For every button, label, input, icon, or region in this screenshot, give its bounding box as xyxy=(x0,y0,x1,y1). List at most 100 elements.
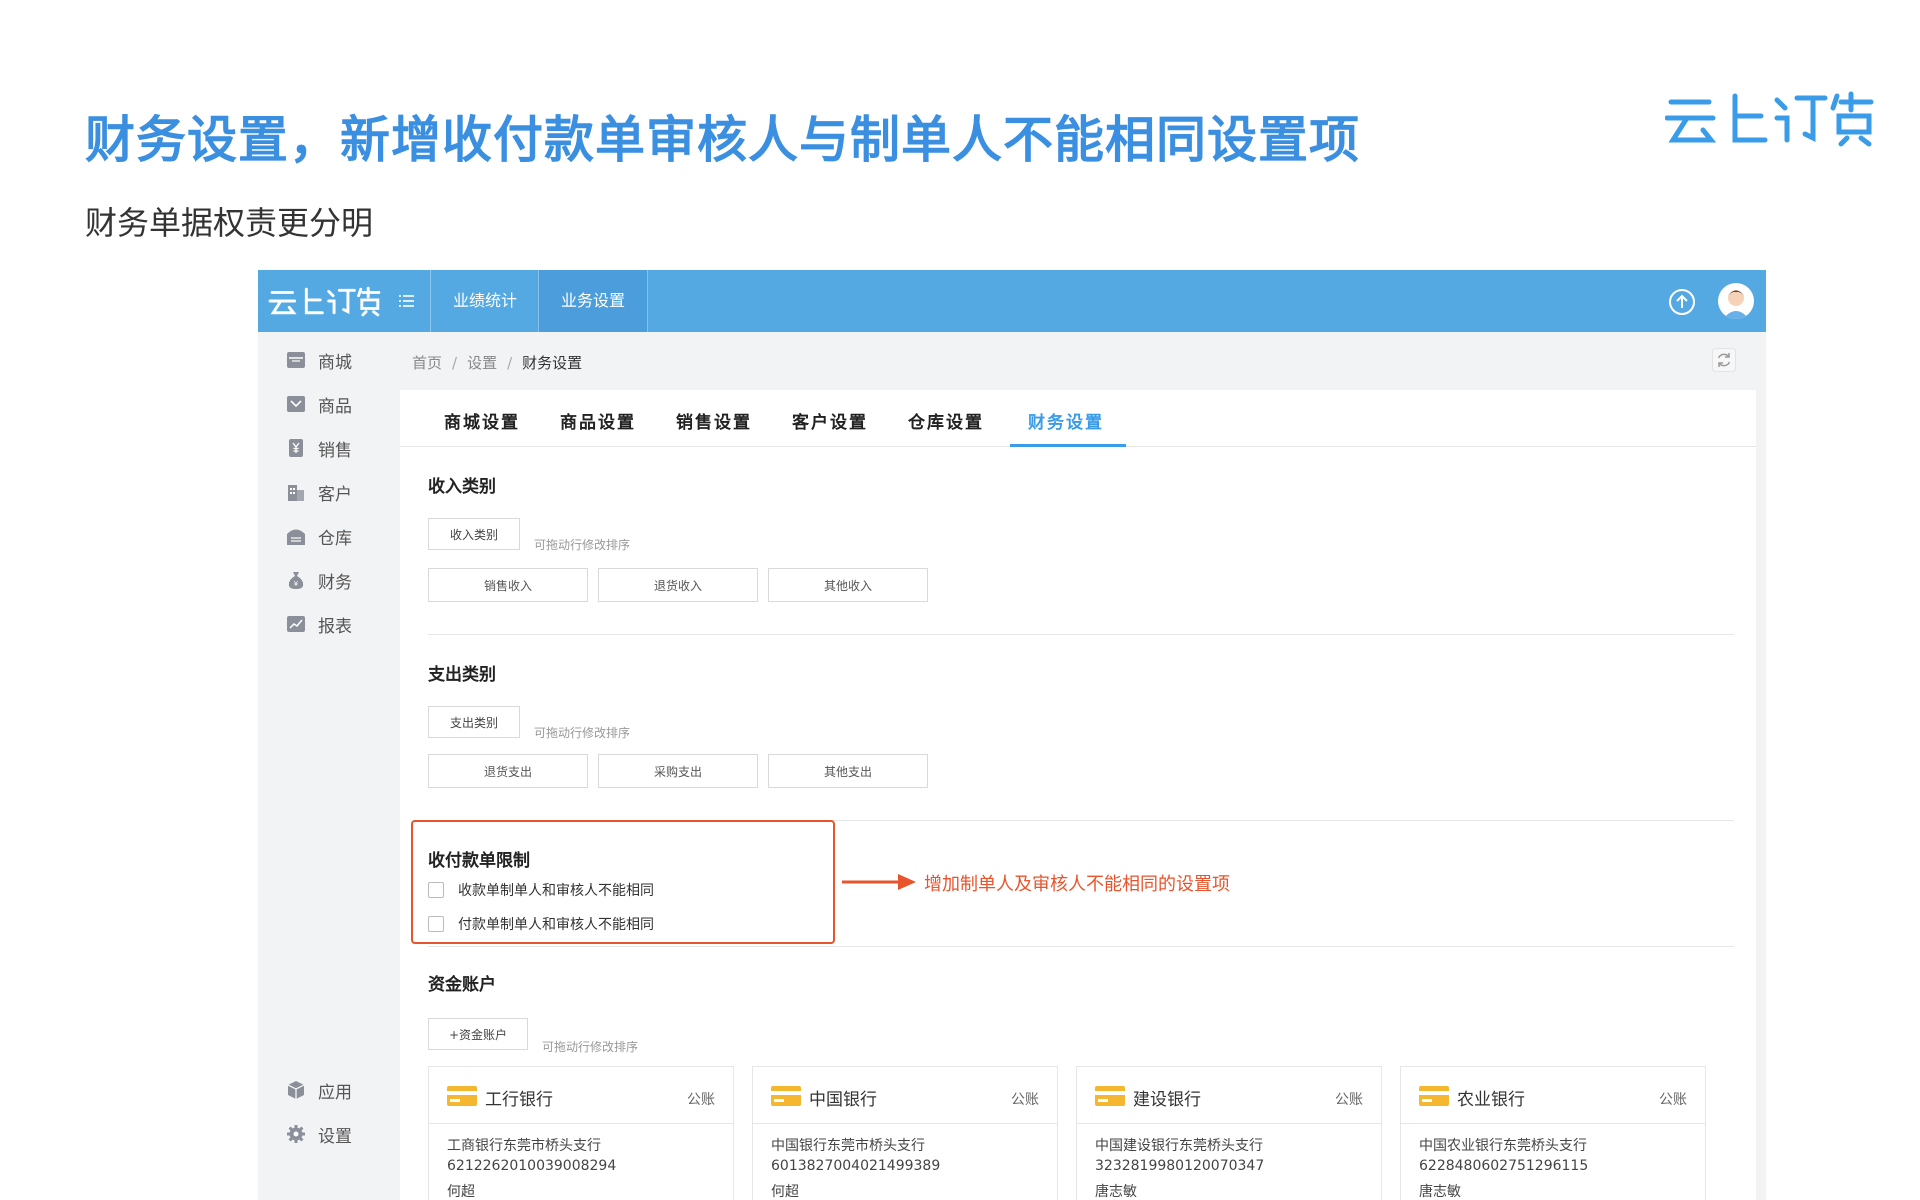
receipt-restriction-checkbox[interactable] xyxy=(428,882,444,898)
bank-card-icon xyxy=(1419,1086,1449,1106)
tab-store-settings[interactable]: 商城设置 xyxy=(444,408,520,433)
goods-icon xyxy=(287,396,305,412)
account-card[interactable]: 工行银行 公账 工商银行东莞市桥头支行 6212262010039008294 … xyxy=(428,1066,734,1200)
sidebar-item-label: 设置 xyxy=(318,1126,352,1147)
section-divider xyxy=(428,946,1734,947)
sidebar-item-label: 销售 xyxy=(318,440,352,461)
annotation-arrow-icon xyxy=(842,874,916,890)
expense-category-other[interactable]: 其他支出 xyxy=(768,754,928,788)
tab-finance-settings[interactable]: 财务设置 xyxy=(1028,408,1104,433)
upload-icon[interactable] xyxy=(1668,288,1696,316)
income-category-button[interactable]: 收入类别 xyxy=(428,518,520,550)
account-name: 中国银行 xyxy=(809,1090,877,1110)
expense-sort-hint: 可拖动行修改排序 xyxy=(534,726,631,740)
income-section-title: 收入类别 xyxy=(428,477,496,497)
settings-tabs: 商城设置 商品设置 销售设置 客户设置 仓库设置 财务设置 xyxy=(400,390,1756,447)
settings-panel: 商城设置 商品设置 销售设置 客户设置 仓库设置 财务设置 收入类别 收入类别 … xyxy=(400,390,1756,1200)
breadcrumb-separator: / xyxy=(507,354,513,372)
receipt-restriction-label: 收款单制单人和审核人不能相同 xyxy=(458,883,654,899)
sidebar: 商城 商品 销售 客户 仓库 ¥ 财务 报表 应用 设置 xyxy=(258,332,386,1200)
account-type: 公账 xyxy=(687,1092,715,1108)
income-category-other[interactable]: 其他收入 xyxy=(768,568,928,602)
payment-restriction-label: 付款单制单人和审核人不能相同 xyxy=(458,917,654,933)
section-divider xyxy=(428,634,1734,635)
account-card-header: 中国银行 公账 xyxy=(753,1067,1057,1124)
account-card[interactable]: 中国银行 公账 中国银行东莞市桥头支行 6013827004021499389 … xyxy=(752,1066,1058,1200)
account-card-header: 建设银行 公账 xyxy=(1077,1067,1381,1124)
sidebar-item-label: 商品 xyxy=(318,396,352,417)
sidebar-item-warehouse[interactable]: 仓库 xyxy=(286,522,352,550)
warehouse-icon xyxy=(287,529,305,545)
sidebar-item-report[interactable]: 报表 xyxy=(286,610,352,638)
top-navbar: 业绩统计 业务设置 xyxy=(258,270,1766,332)
expense-section-title: 支出类别 xyxy=(428,665,496,685)
account-branch: 中国银行东莞市桥头支行 xyxy=(771,1138,925,1154)
account-type: 公账 xyxy=(1659,1092,1687,1108)
breadcrumb-home[interactable]: 首页 xyxy=(412,354,442,372)
payment-restriction-option[interactable]: 付款单制单人和审核人不能相同 xyxy=(428,914,654,934)
store-icon xyxy=(287,352,305,368)
account-number: 3232819980120070347 xyxy=(1095,1158,1265,1174)
accounts-sort-hint: 可拖动行修改排序 xyxy=(542,1040,639,1054)
breadcrumb-settings[interactable]: 设置 xyxy=(467,354,497,372)
restriction-section-title: 收付款单限制 xyxy=(428,851,530,871)
breadcrumb-separator: / xyxy=(452,354,458,372)
expense-category-button[interactable]: 支出类别 xyxy=(428,706,520,738)
sidebar-item-settings[interactable]: 设置 xyxy=(286,1120,352,1148)
user-avatar[interactable] xyxy=(1718,283,1754,319)
sidebar-item-apps[interactable]: 应用 xyxy=(286,1076,352,1104)
account-type: 公账 xyxy=(1335,1092,1363,1108)
account-card-header: 工行银行 公账 xyxy=(429,1067,733,1124)
sidebar-item-label: 商城 xyxy=(318,352,352,373)
sidebar-item-label: 财务 xyxy=(318,572,352,593)
account-card[interactable]: 建设银行 公账 中国建设银行东莞桥头支行 3232819980120070347… xyxy=(1076,1066,1382,1200)
menu-toggle-icon[interactable] xyxy=(398,292,416,310)
svg-text:¥: ¥ xyxy=(294,580,299,588)
account-name: 工行银行 xyxy=(485,1090,553,1110)
account-holder: 何超 xyxy=(447,1184,475,1200)
account-branch: 中国农业银行东莞桥头支行 xyxy=(1419,1138,1587,1154)
nav-tab-performance[interactable]: 业绩统计 xyxy=(430,270,539,332)
sidebar-item-finance[interactable]: ¥ 财务 xyxy=(286,566,352,594)
expense-category-purchase[interactable]: 采购支出 xyxy=(598,754,758,788)
sidebar-item-goods[interactable]: 商品 xyxy=(286,390,352,418)
breadcrumb-current: 财务设置 xyxy=(522,354,583,372)
annotation-text: 增加制单人及审核人不能相同的设置项 xyxy=(924,874,1230,895)
account-card[interactable]: 农业银行 公账 中国农业银行东莞桥头支行 6228480602751296115… xyxy=(1400,1066,1706,1200)
income-category-sales[interactable]: 销售收入 xyxy=(428,568,588,602)
account-branch: 工商银行东莞市桥头支行 xyxy=(447,1138,601,1154)
account-name: 建设银行 xyxy=(1133,1090,1201,1110)
account-number: 6228480602751296115 xyxy=(1419,1158,1589,1174)
main-content: 首页 / 设置 / 财务设置 商城设置 商品设置 销售设置 客户设置 仓库设置 财务设置… xyxy=(400,332,1756,1200)
account-holder: 唐志敏 xyxy=(1095,1184,1137,1200)
gear-icon xyxy=(287,1125,305,1143)
sidebar-item-customer[interactable]: 客户 xyxy=(286,478,352,506)
add-account-button[interactable]: +资金账户 xyxy=(428,1018,528,1050)
sidebar-item-sales[interactable]: 销售 xyxy=(286,434,352,462)
income-category-return[interactable]: 退货收入 xyxy=(598,568,758,602)
sidebar-item-label: 报表 xyxy=(318,616,352,637)
tab-customer-settings[interactable]: 客户设置 xyxy=(792,408,868,433)
tab-sales-settings[interactable]: 销售设置 xyxy=(676,408,752,433)
payment-restriction-checkbox[interactable] xyxy=(428,916,444,932)
refresh-icon[interactable] xyxy=(1712,348,1736,372)
building-icon xyxy=(288,485,304,501)
cube-icon xyxy=(287,1081,305,1099)
expense-category-return[interactable]: 退货支出 xyxy=(428,754,588,788)
receipt-restriction-option[interactable]: 收款单制单人和审核人不能相同 xyxy=(428,880,654,900)
account-holder: 唐志敏 xyxy=(1419,1184,1461,1200)
tab-warehouse-settings[interactable]: 仓库设置 xyxy=(908,408,984,433)
nav-tab-business-settings[interactable]: 业务设置 xyxy=(538,270,648,332)
yen-icon xyxy=(289,439,303,457)
sidebar-item-label: 应用 xyxy=(318,1082,352,1103)
account-type: 公账 xyxy=(1011,1092,1039,1108)
income-sort-hint: 可拖动行修改排序 xyxy=(534,538,631,552)
account-name: 农业银行 xyxy=(1457,1090,1525,1110)
account-number: 6212262010039008294 xyxy=(447,1158,617,1174)
bank-card-icon xyxy=(1095,1086,1125,1106)
sidebar-item-store[interactable]: 商城 xyxy=(286,346,352,374)
chart-icon xyxy=(287,616,305,632)
tab-goods-settings[interactable]: 商品设置 xyxy=(560,408,636,433)
bank-card-icon xyxy=(447,1086,477,1106)
active-tab-indicator xyxy=(1010,444,1126,447)
